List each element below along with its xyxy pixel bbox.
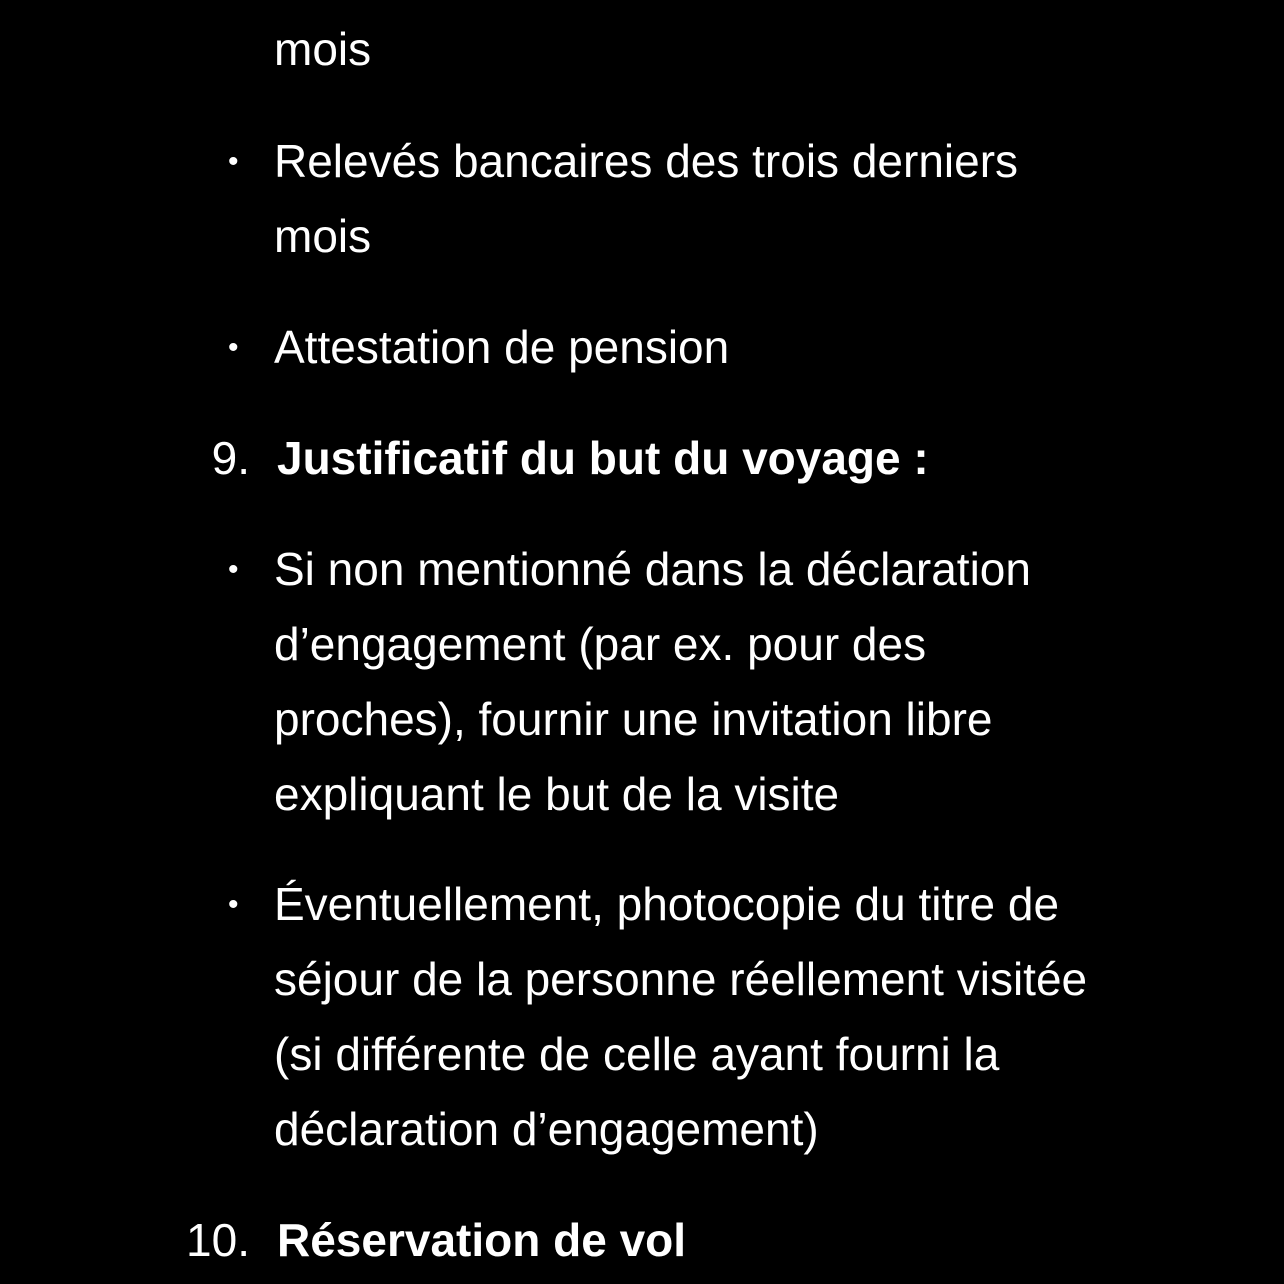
list-item-text: mois [274,210,372,262]
list-item-text: Si non mentionné dans la déclaration [274,543,1031,595]
section-heading: Justificatif du but du voyage : [277,432,929,484]
bullet-marker: • [228,331,239,364]
bullet-marker: • [228,553,239,586]
list-number: 9. [211,432,250,484]
list-item-text: Relevés bancaires des trois derniers [274,135,1019,187]
list-item-text: mois [274,23,372,75]
list-item-text: séjour de la personne réellement visitée [274,953,1088,1005]
bullet-marker: • [228,888,239,921]
list-item-text: déclaration d’engagement) [274,1103,819,1155]
bullet-marker: • [228,145,239,178]
list-number: 10. [186,1214,250,1266]
list-item-text: Attestation de pension [274,321,730,373]
section-heading: Réservation de vol [277,1214,687,1266]
list-item-text: (si différente de celle ayant fourni la [274,1028,1000,1080]
list-item-text: expliquant le but de la visite [274,768,840,820]
list-item-text: proches), fournir une invitation libre [274,693,993,745]
list-item-text: d’engagement (par ex. pour des [274,618,927,670]
list-item-text: Éventuellement, photocopie du titre de [274,878,1060,930]
document-content: mois • Relevés bancaires des trois derni… [0,0,1284,1284]
